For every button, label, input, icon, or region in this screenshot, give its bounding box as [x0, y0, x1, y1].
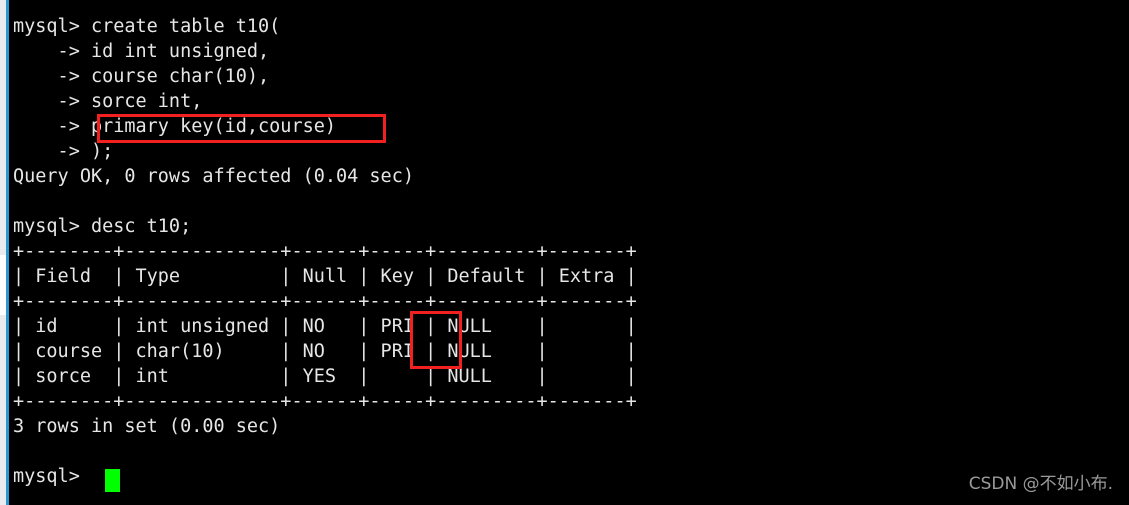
watermark: CSDN @不如小布.: [968, 474, 1113, 494]
window-left-chrome: [0, 0, 9, 505]
terminal-cursor: [105, 469, 120, 492]
terminal-window: mysql> create table t10( -> id int unsig…: [0, 0, 1129, 505]
terminal-screen[interactable]: mysql> create table t10( -> id int unsig…: [9, 0, 1129, 505]
console-output: mysql> create table t10( -> id int unsig…: [13, 16, 637, 487]
